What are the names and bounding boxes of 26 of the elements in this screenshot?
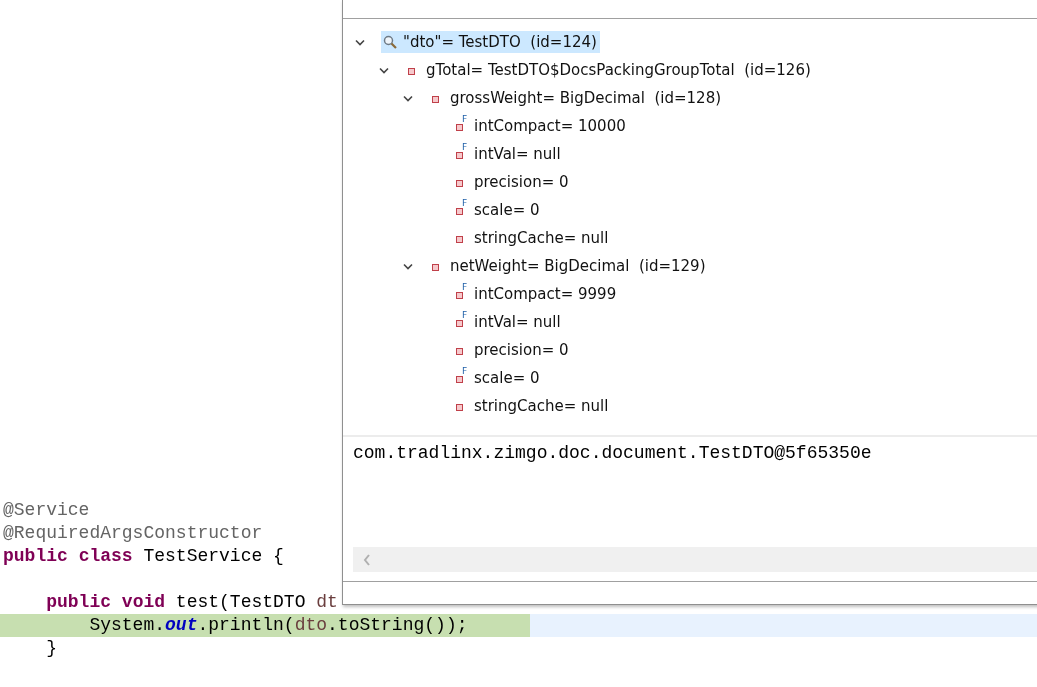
tree-item[interactable]: F scale= 0	[453, 199, 543, 221]
tree-item[interactable]: stringCache= null	[453, 395, 612, 417]
code-line: public void test(TestDTO dt	[45, 591, 338, 614]
tree-item[interactable]: netWeight= BigDecimal (id=129)	[429, 255, 709, 277]
tree-item[interactable]: F intCompact= 10000	[453, 115, 629, 137]
code-line: public class TestService {	[2, 545, 284, 568]
collapse-icon[interactable]	[403, 262, 413, 270]
tree-item[interactable]: grossWeight= BigDecimal (id=128)	[429, 87, 725, 109]
tree-item[interactable]: gTotal= TestDTO$DocsPackingGroupTotal (id=126)	[405, 59, 814, 81]
horizontal-scrollbar[interactable]	[353, 547, 1037, 572]
tree-item[interactable]: precision= 0	[453, 339, 572, 361]
tree-item[interactable]: precision= 0	[453, 171, 572, 193]
tree-item[interactable]: F intVal= null	[453, 311, 564, 333]
code-line: @RequiredArgsConstructor	[2, 522, 263, 545]
tree-item[interactable]: "dto"= TestDTO (id=124)	[381, 31, 600, 53]
collapse-icon[interactable]	[355, 38, 365, 46]
tree-item[interactable]: F intVal= null	[453, 143, 564, 165]
code-line: @Service	[2, 499, 90, 522]
tree-item[interactable]: F intCompact= 9999	[453, 283, 620, 305]
detail-text: com.tradlinx.zimgo.doc.document.TestDTO@5f65350e	[353, 443, 873, 465]
collapse-icon[interactable]	[379, 66, 389, 74]
tree-item[interactable]: F scale= 0	[453, 367, 543, 389]
tree-item[interactable]: stringCache= null	[453, 227, 612, 249]
collapse-icon[interactable]	[403, 94, 413, 102]
search-icon	[383, 35, 397, 49]
code-line: }	[45, 637, 57, 660]
